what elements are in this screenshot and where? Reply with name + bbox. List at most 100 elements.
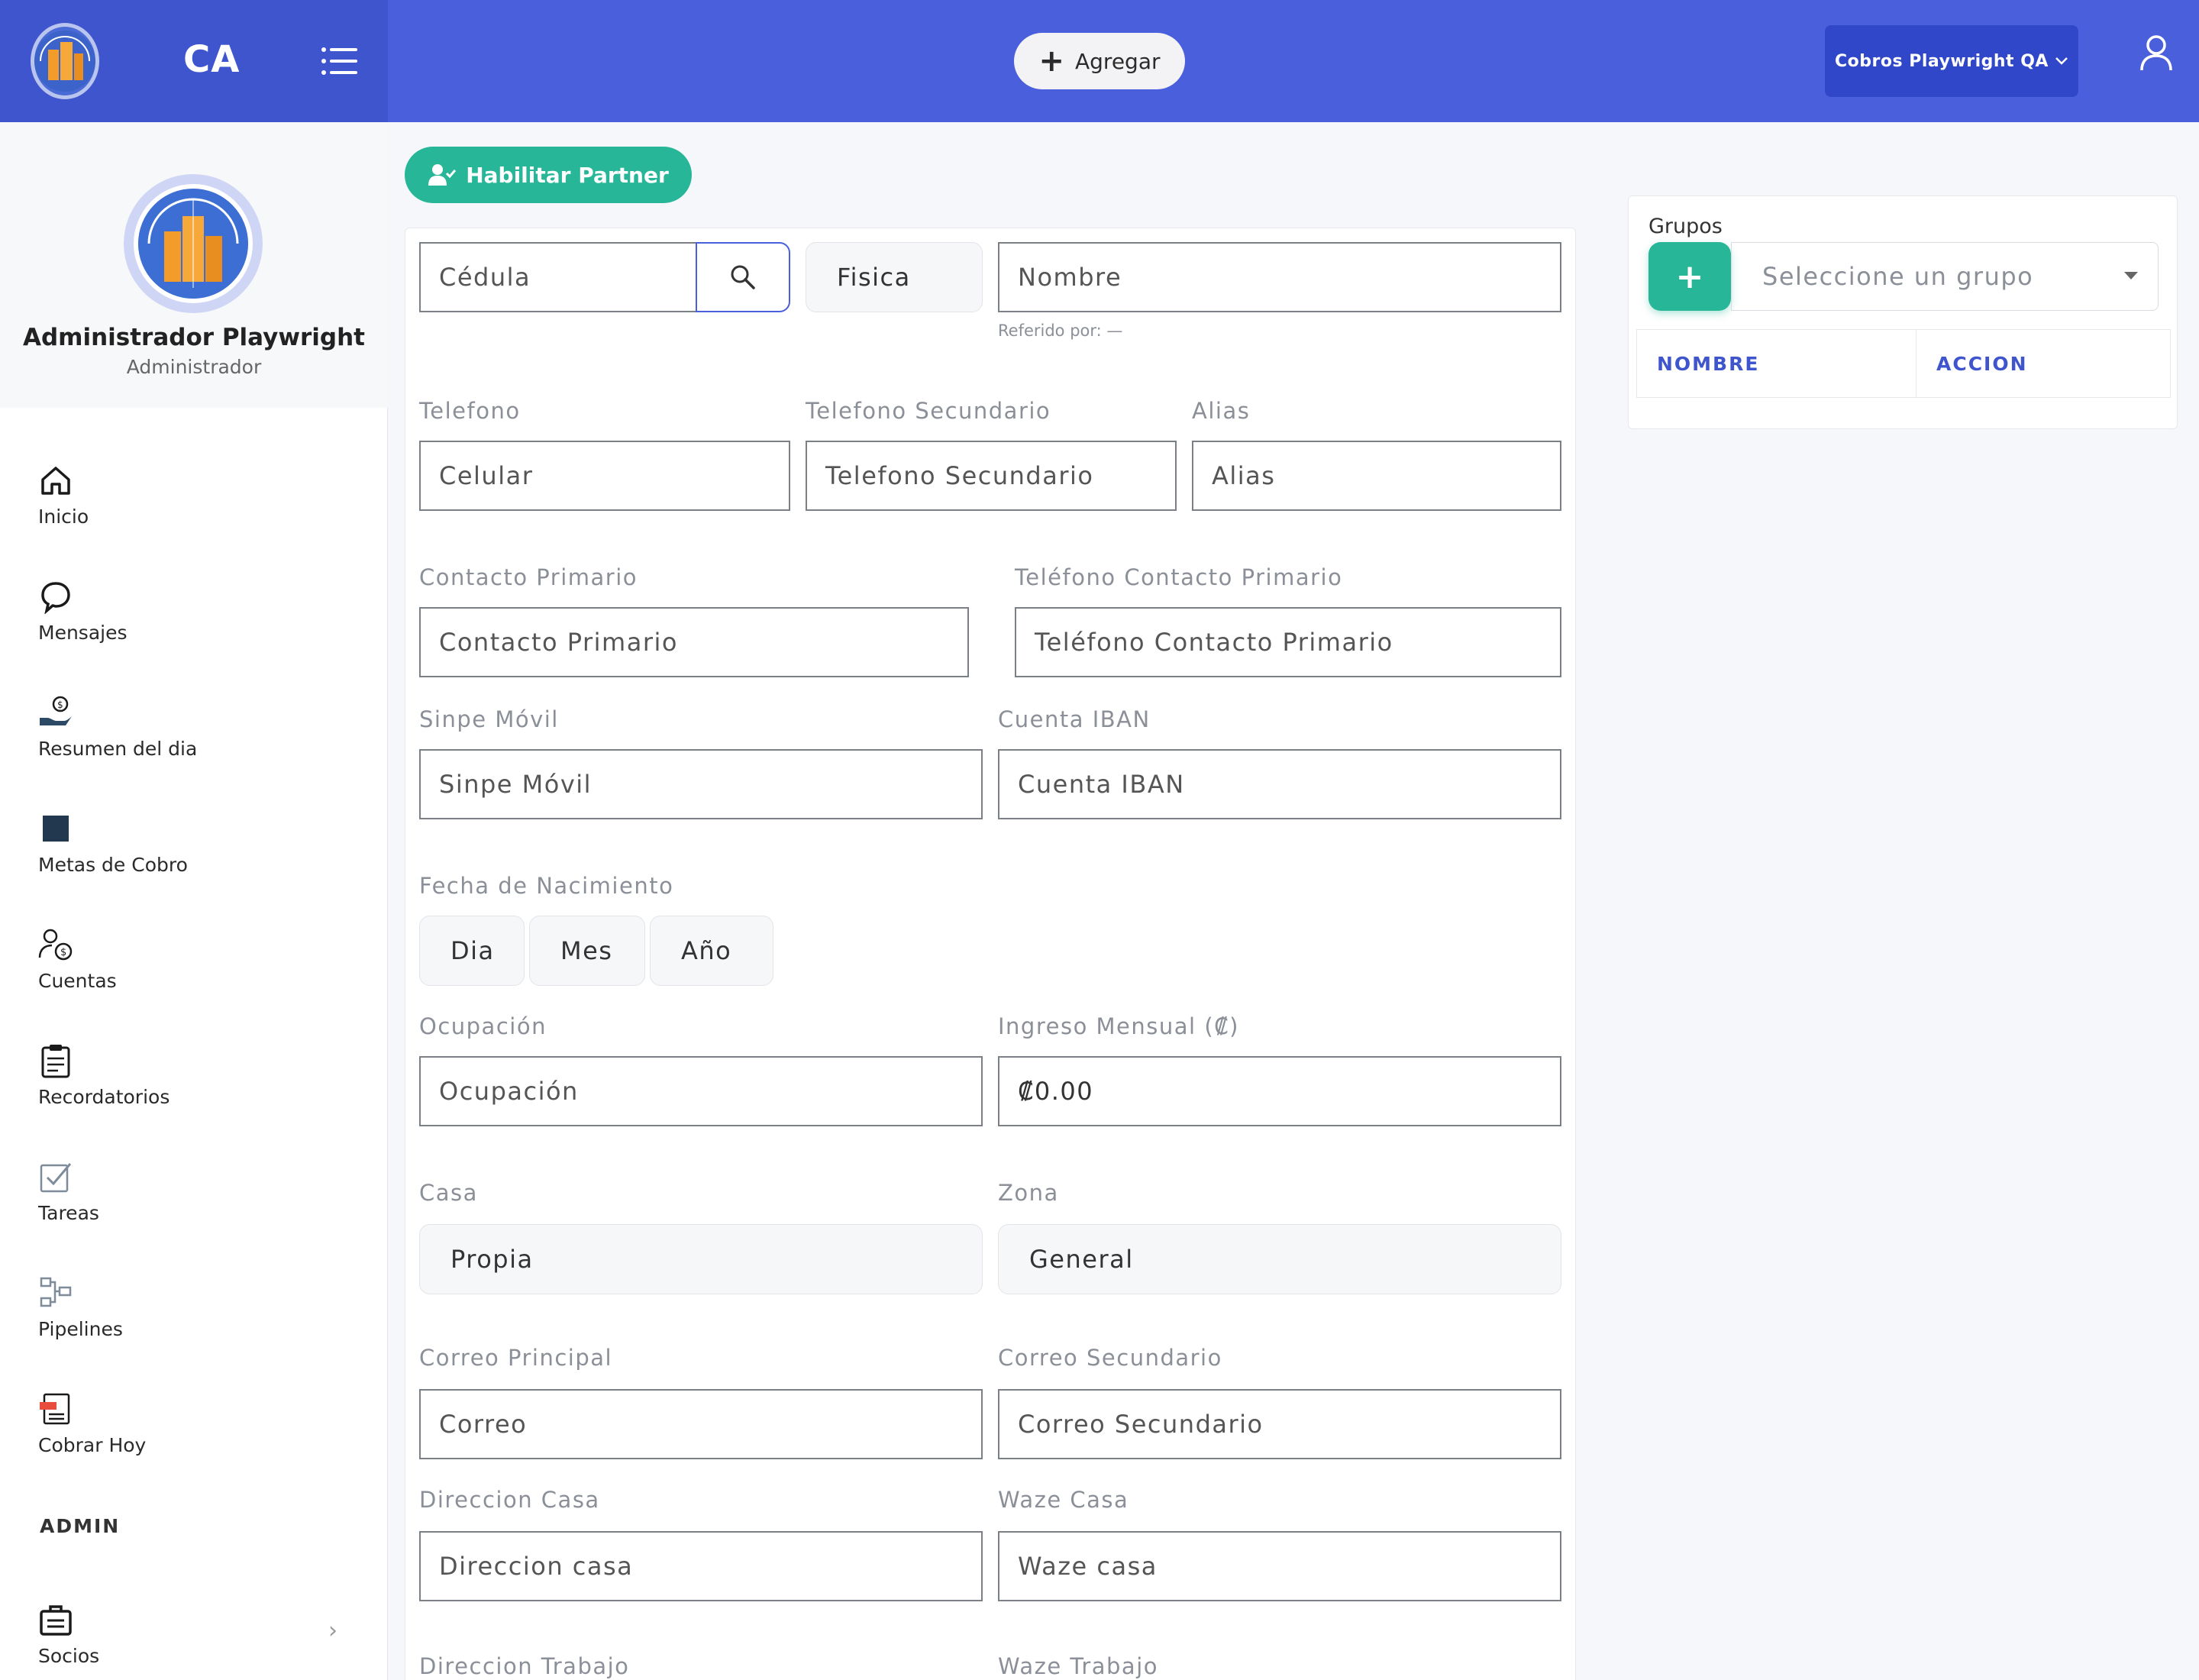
birth-month-select[interactable]: Mes: [529, 916, 645, 986]
add-button[interactable]: + Agregar: [1014, 33, 1185, 89]
home-icon: [38, 463, 73, 498]
primary-email-input[interactable]: Correo: [419, 1389, 983, 1459]
home-waze-input[interactable]: Waze casa: [998, 1531, 1561, 1601]
search-button[interactable]: [696, 242, 790, 312]
sidebar-item-cobrar-hoy[interactable]: Cobrar Hoy: [38, 1391, 359, 1475]
chevron-right-icon[interactable]: ›: [328, 1617, 337, 1644]
name-input[interactable]: Nombre: [998, 242, 1561, 312]
sidebar-item-cuentas[interactable]: $ Cuentas: [38, 927, 359, 1011]
user-icon[interactable]: [2138, 34, 2175, 73]
group-select-placeholder: Seleccione un grupo: [1762, 262, 2034, 291]
sidebar-item-label: Tareas: [38, 1202, 99, 1224]
home-address-input[interactable]: Direccion casa: [419, 1531, 983, 1601]
work-waze-label: Waze Trabajo: [998, 1653, 1158, 1679]
chat-bubble-icon: [38, 579, 73, 615]
profile-name: Administrador Playwright: [22, 324, 365, 351]
sidebar: Administrador Playwright Administrador I…: [0, 122, 388, 1680]
chevron-down-icon: [2055, 57, 2068, 65]
profile-role: Administrador: [126, 356, 262, 378]
user-coin-icon: $: [38, 927, 73, 962]
occupation-input[interactable]: Ocupación: [419, 1056, 983, 1126]
clipboard-icon: [38, 1043, 73, 1078]
client-form: Cédula Fisica Nombre Referido por: — Tel…: [405, 228, 1576, 1680]
sidebar-item-tareas[interactable]: Tareas: [38, 1159, 359, 1243]
home-waze-label: Waze Casa: [998, 1487, 1129, 1513]
monthly-income-label: Ingreso Mensual (₡): [998, 1013, 1239, 1039]
secondary-phone-label: Telefono Secundario: [806, 398, 1051, 424]
secondary-email-input[interactable]: Correo Secundario: [998, 1389, 1561, 1459]
goal-square-icon: [38, 811, 73, 846]
brand-name: CA: [183, 38, 241, 81]
company-name: Cobros Playwright QA: [1835, 51, 2049, 71]
person-type-select[interactable]: Fisica: [806, 242, 983, 312]
sinpe-label: Sinpe Móvil: [419, 706, 559, 732]
brand-bar: CA: [0, 0, 388, 122]
primary-email-label: Correo Principal: [419, 1345, 613, 1371]
groups-panel: Grupos + Seleccione un grupo NOMBRE ACCI…: [1628, 195, 2178, 429]
add-button-label: Agregar: [1075, 48, 1161, 74]
iban-label: Cuenta IBAN: [998, 706, 1151, 732]
company-selector[interactable]: Cobros Playwright QA: [1825, 25, 2078, 97]
house-label: Casa: [419, 1180, 478, 1206]
birthdate-label: Fecha de Nacimiento: [419, 873, 674, 899]
svg-text:$: $: [57, 699, 63, 710]
zone-select[interactable]: General: [998, 1224, 1561, 1294]
add-group-button[interactable]: +: [1648, 242, 1731, 311]
sidebar-item-label: Pipelines: [38, 1318, 123, 1340]
sidebar-item-recordatorios[interactable]: Recordatorios: [38, 1043, 359, 1127]
phone-input[interactable]: Celular: [419, 441, 790, 511]
sidebar-item-pipelines[interactable]: Pipelines: [38, 1275, 359, 1359]
enable-partner-button[interactable]: Habilitar Partner: [405, 147, 692, 203]
sinpe-input[interactable]: Sinpe Móvil: [419, 749, 983, 819]
phone-label: Telefono: [419, 398, 521, 424]
iban-input[interactable]: Cuenta IBAN: [998, 749, 1561, 819]
home-address-label: Direccion Casa: [419, 1487, 600, 1513]
plus-icon: +: [1038, 44, 1064, 79]
check-square-icon: [38, 1159, 73, 1194]
work-address-label: Direccion Trabajo: [419, 1653, 630, 1679]
group-select[interactable]: Seleccione un grupo: [1731, 242, 2159, 311]
app-logo[interactable]: [31, 23, 99, 99]
enable-partner-label: Habilitar Partner: [466, 162, 669, 188]
user-check-icon: [428, 164, 457, 186]
groups-title: Grupos: [1648, 215, 1723, 238]
pipeline-icon: [38, 1275, 73, 1310]
alias-label: Alias: [1192, 398, 1251, 424]
alias-input[interactable]: Alias: [1192, 441, 1561, 511]
column-header-accion[interactable]: ACCION: [1916, 330, 2170, 397]
monthly-income-input[interactable]: ₡0.00: [998, 1056, 1561, 1126]
primary-contact-phone-input[interactable]: Teléfono Contacto Primario: [1015, 607, 1561, 677]
house-select[interactable]: Propia: [419, 1224, 983, 1294]
svg-text:$: $: [60, 947, 66, 958]
sidebar-item-resumen[interactable]: $ Resumen del dia: [38, 695, 359, 779]
sidebar-item-socios[interactable]: Socios: [38, 1602, 359, 1680]
birth-year-select[interactable]: Año: [650, 916, 773, 986]
cedula-input[interactable]: Cédula: [419, 242, 697, 312]
secondary-phone-input[interactable]: Telefono Secundario: [806, 441, 1177, 511]
sidebar-item-label: Recordatorios: [38, 1086, 170, 1108]
invoice-icon: [38, 1391, 73, 1426]
sidebar-item-label: Metas de Cobro: [38, 854, 188, 876]
primary-contact-phone-label: Teléfono Contacto Primario: [1015, 564, 1343, 590]
sidebar-item-label: Cobrar Hoy: [38, 1434, 147, 1456]
groups-table: NOMBRE ACCION: [1636, 329, 2171, 398]
menu-icon[interactable]: [321, 46, 357, 76]
hand-coin-icon: $: [38, 695, 73, 730]
search-icon: [731, 265, 755, 289]
birth-day-select[interactable]: Dia: [419, 916, 525, 986]
occupation-label: Ocupación: [419, 1013, 547, 1039]
secondary-email-label: Correo Secundario: [998, 1345, 1222, 1371]
sidebar-item-inicio[interactable]: Inicio: [38, 463, 359, 547]
primary-contact-input[interactable]: Contacto Primario: [419, 607, 969, 677]
sidebar-item-label: Cuentas: [38, 970, 117, 992]
caret-down-icon: [2124, 272, 2138, 279]
briefcase-icon: [38, 1602, 73, 1637]
sidebar-item-mensajes[interactable]: Mensajes: [38, 579, 359, 663]
sidebar-item-label: Inicio: [38, 506, 89, 528]
sidebar-item-label: Resumen del dia: [38, 738, 198, 760]
column-header-nombre[interactable]: NOMBRE: [1637, 330, 1916, 397]
avatar[interactable]: [124, 174, 263, 313]
user-profile: Administrador Playwright Administrador: [0, 122, 388, 408]
sidebar-item-metas[interactable]: Metas de Cobro: [38, 811, 359, 895]
sidebar-section-admin: ADMIN: [40, 1515, 121, 1537]
